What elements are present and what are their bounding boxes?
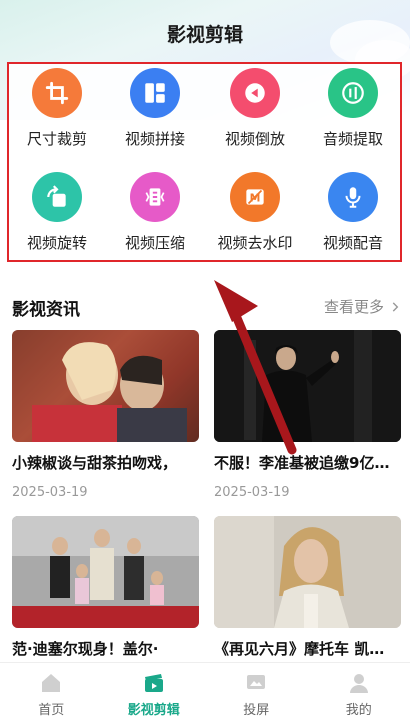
tool-label: 音频提取 <box>322 130 383 148</box>
news-thumbnail <box>214 516 401 628</box>
news-card[interactable]: 不服！李准基被追缴9亿… 2025-03-19 <box>214 330 401 500</box>
bottom-tab-bar: 首页 影视剪辑 投屏 我的 <box>0 662 410 720</box>
news-thumbnail <box>214 330 401 442</box>
news-title: 《再见六月》摩托车 凯… <box>214 640 385 658</box>
news-title: 小辣椒谈与甜茶拍吻戏， <box>12 454 178 472</box>
view-more-label: 查看更多 <box>323 298 384 316</box>
news-date: 2025-03-19 <box>214 485 290 500</box>
tab-cast[interactable]: 投屏 <box>205 663 308 720</box>
crop-icon <box>32 68 82 118</box>
grid-layout-icon <box>130 68 180 118</box>
news-thumbnail <box>12 330 199 442</box>
tool-label: 视频去水印 <box>217 234 293 252</box>
page-title: 影视剪辑 <box>166 24 243 46</box>
view-more-link[interactable]: 查看更多 <box>324 296 402 317</box>
tool-label: 视频拼接 <box>124 130 185 148</box>
tool-label: 尺寸裁剪 <box>26 130 87 148</box>
news-title: 不服！李准基被追缴9亿… <box>214 454 390 472</box>
tool-label: 视频配音 <box>322 234 383 252</box>
tab-home[interactable]: 首页 <box>0 663 103 720</box>
news-card[interactable]: 小辣椒谈与甜茶拍吻戏， 2025-03-19 <box>12 330 199 500</box>
tab-label: 我的 <box>345 703 372 718</box>
rotate-icon <box>32 172 82 222</box>
tool-video-compress[interactable]: 视频压缩 <box>103 172 207 253</box>
news-card[interactable]: 《再见六月》摩托车 凯… <box>214 516 401 659</box>
profile-icon <box>349 674 368 693</box>
cast-screen-icon <box>247 675 266 689</box>
remove-watermark-icon: M <box>230 172 280 222</box>
tab-profile[interactable]: 我的 <box>308 663 410 720</box>
tab-video-editing[interactable]: 影视剪辑 <box>103 663 206 720</box>
tool-video-reverse[interactable]: 视频倒放 <box>203 68 307 149</box>
news-card[interactable]: 范·迪塞尔现身！盖尔· <box>12 516 199 659</box>
clapperboard-icon <box>144 674 163 692</box>
tool-video-splice[interactable]: 视频拼接 <box>103 68 207 149</box>
tools-panel: 尺寸裁剪 视频拼接 视频倒放 音频提取 视频旋转 视频压缩 M 视频去水 <box>7 62 402 262</box>
tool-crop[interactable]: 尺寸裁剪 <box>5 68 109 149</box>
tab-label: 投屏 <box>243 703 270 718</box>
news-title: 范·迪塞尔现身！盖尔· <box>12 640 159 658</box>
compress-icon <box>130 172 180 222</box>
tool-label: 视频旋转 <box>26 234 87 252</box>
tool-video-dubbing[interactable]: 视频配音 <box>301 172 405 253</box>
tool-label: 视频倒放 <box>224 130 285 148</box>
rewind-icon <box>230 68 280 118</box>
home-icon <box>42 674 61 692</box>
tool-video-rotate[interactable]: 视频旋转 <box>5 172 109 253</box>
tool-audio-extract[interactable]: 音频提取 <box>301 68 405 149</box>
chevron-right-icon <box>392 301 399 312</box>
tool-label: 视频压缩 <box>124 234 185 252</box>
audio-extract-icon <box>328 68 378 118</box>
section-title: 影视资讯 <box>12 300 80 320</box>
news-thumbnail <box>12 516 199 628</box>
microphone-icon <box>328 172 378 222</box>
news-date: 2025-03-19 <box>12 485 88 500</box>
tab-label: 影视剪辑 <box>127 703 180 718</box>
tab-label: 首页 <box>38 703 65 718</box>
tool-remove-watermark[interactable]: M 视频去水印 <box>203 172 307 253</box>
